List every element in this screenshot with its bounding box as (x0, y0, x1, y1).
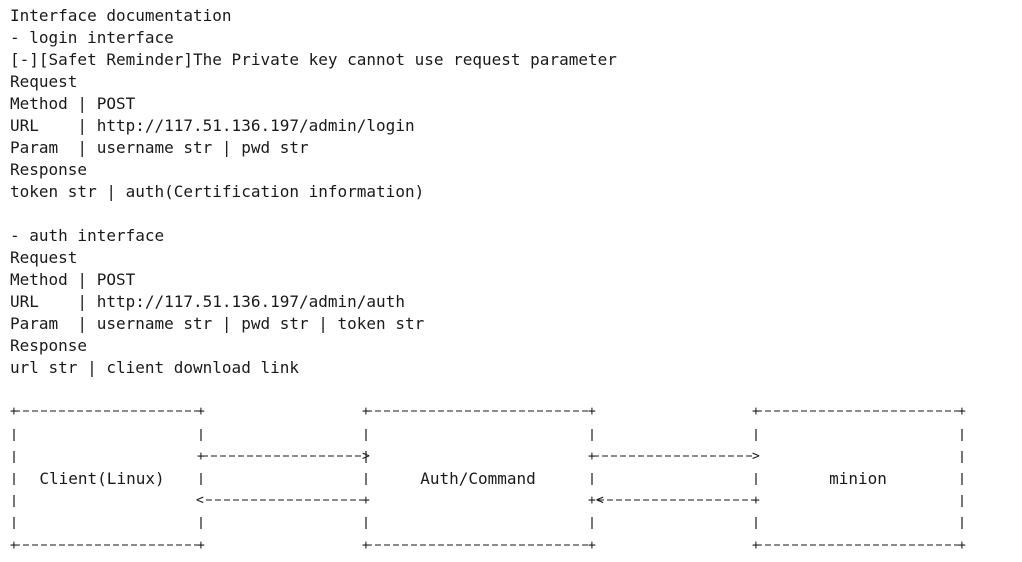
svg-text:+: + (362, 538, 370, 553)
auth-response-label: Response (10, 336, 88, 355)
svg-text:+: + (588, 404, 596, 419)
auth-interface-heading: - auth interface (10, 226, 165, 245)
svg-text:+: + (958, 538, 966, 553)
safety-reminder: [-][Safet Reminder]The Private key canno… (10, 50, 617, 69)
svg-text:+: + (197, 538, 205, 553)
svg-text:+: + (10, 538, 18, 553)
client-to-auth-arrow-head: > (362, 449, 370, 464)
auth-to-minion-arrow-head: > (752, 449, 760, 464)
login-param-row: Param | username str | pwd str (10, 138, 309, 157)
auth-response-row: url str | client download link (10, 358, 299, 377)
auth-method-row: Method | POST (10, 270, 136, 289)
auth-param-row: Param | username str | pwd str | token s… (10, 314, 425, 333)
login-url-row: URL | http://117.51.136.197/admin/login (10, 116, 415, 135)
svg-text:+: + (588, 538, 596, 553)
auth-to-client-arrow-head: < (196, 493, 204, 508)
login-method-row: Method | POST (10, 94, 136, 113)
svg-text:+: + (752, 404, 760, 419)
login-request-label: Request (10, 72, 78, 91)
ascii-architecture-diagram: + + + + + + + + + + + + > + < + > + +< +… (10, 404, 966, 553)
minion-box-label: minion (829, 469, 887, 488)
auth-to-client-arrow-end: + (362, 493, 370, 508)
login-response-row: token str | auth(Certification informati… (10, 182, 425, 201)
svg-text:+: + (958, 404, 966, 419)
client-to-auth-arrow-start: + (197, 449, 205, 464)
svg-text:+: + (10, 404, 18, 419)
auth-url-row: URL | http://117.51.136.197/admin/auth (10, 292, 405, 311)
login-response-label: Response (10, 160, 88, 179)
svg-text:+: + (752, 538, 760, 553)
minion-to-auth-arrow-end: + (752, 493, 760, 508)
interface-documentation: Interface documentation - login interfac… (10, 5, 617, 379)
minion-to-auth-arrow-head: +< (588, 493, 604, 508)
doc-title: Interface documentation (10, 6, 232, 25)
login-interface-heading: - login interface (10, 28, 174, 47)
auth-to-minion-arrow-start: + (588, 449, 596, 464)
svg-text:+: + (362, 404, 370, 419)
svg-text:+: + (197, 404, 205, 419)
auth-request-label: Request (10, 248, 78, 267)
auth-command-box-label: Auth/Command (420, 469, 536, 488)
client-box-label: Client(Linux) (39, 469, 164, 488)
